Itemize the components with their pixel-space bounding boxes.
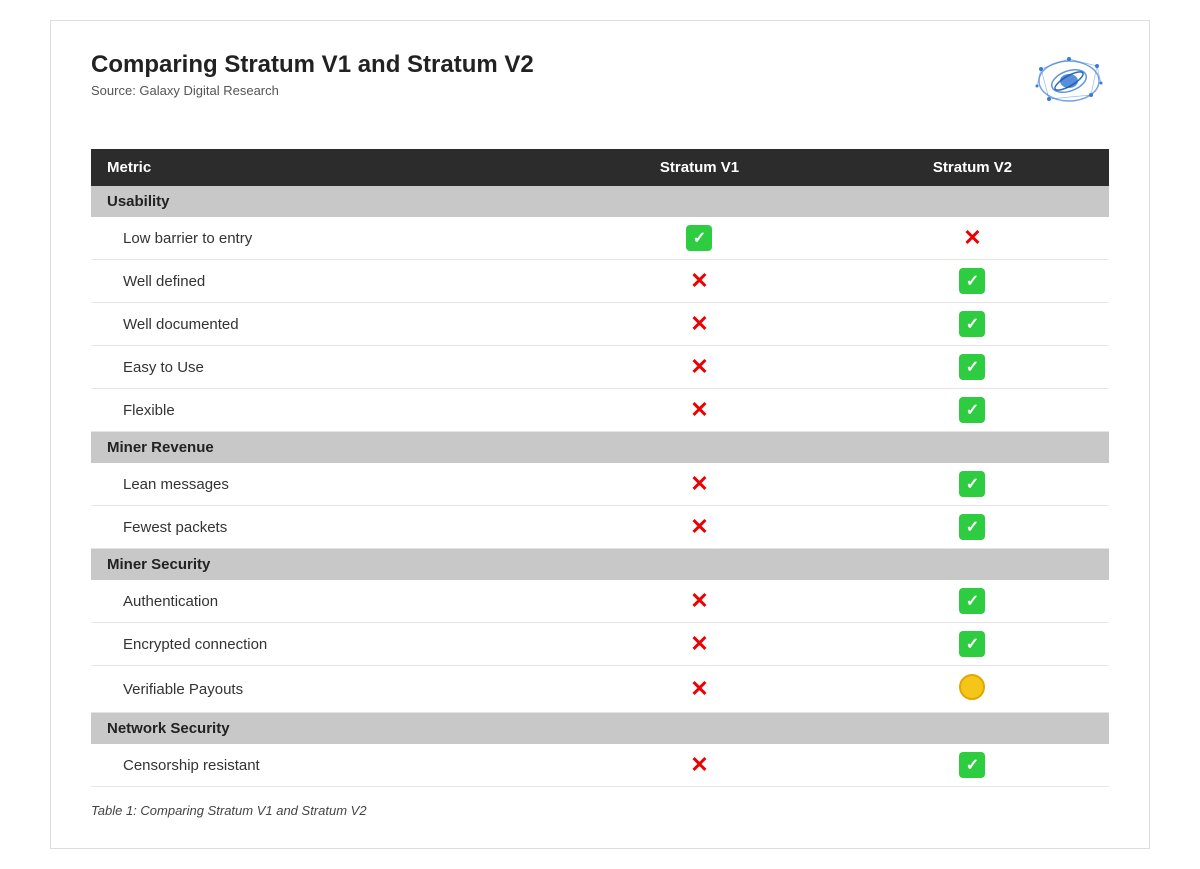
cross-icon: ✕ [686, 311, 712, 337]
v2-cell: ✓ [836, 463, 1109, 506]
col-v2: Stratum V2 [836, 149, 1109, 186]
check-icon: ✓ [959, 514, 985, 540]
cross-icon: ✕ [686, 514, 712, 540]
cross-icon: ✕ [686, 631, 712, 657]
v1-cell: ✕ [563, 260, 836, 303]
cross-icon: ✕ [686, 588, 712, 614]
check-icon: ✓ [959, 311, 985, 337]
v2-cell: ✓ [836, 346, 1109, 389]
col-metric: Metric [91, 149, 563, 186]
metric-label: Low barrier to entry [91, 217, 563, 260]
v2-cell: ✓ [836, 303, 1109, 346]
v1-cell: ✕ [563, 580, 836, 623]
check-icon: ✓ [959, 752, 985, 778]
check-icon: ✓ [959, 354, 985, 380]
cross-icon: ✕ [686, 397, 712, 423]
v1-cell: ✕ [563, 666, 836, 713]
table-row: Encrypted connection ✕ ✓ [91, 623, 1109, 666]
v1-cell: ✕ [563, 623, 836, 666]
table-row: Lean messages ✕ ✓ [91, 463, 1109, 506]
check-icon: ✓ [959, 397, 985, 423]
metric-label: Well documented [91, 303, 563, 346]
table-row: Censorship resistant ✕ ✓ [91, 744, 1109, 787]
table-row: Well documented ✕ ✓ [91, 303, 1109, 346]
metric-label: Fewest packets [91, 506, 563, 549]
metric-label: Well defined [91, 260, 563, 303]
v1-cell: ✕ [563, 303, 836, 346]
v2-cell: ✓ [836, 744, 1109, 787]
category-row: Miner Revenue [91, 432, 1109, 464]
metric-label: Encrypted connection [91, 623, 563, 666]
metric-label: Censorship resistant [91, 744, 563, 787]
table-row: Authentication ✕ ✓ [91, 580, 1109, 623]
cross-icon: ✕ [686, 268, 712, 294]
cross-icon: ✕ [686, 354, 712, 380]
metric-label: Flexible [91, 389, 563, 432]
metric-label: Lean messages [91, 463, 563, 506]
v1-cell: ✓ [563, 217, 836, 260]
comparison-table: Metric Stratum V1 Stratum V2 Usability L… [91, 149, 1109, 787]
v1-cell: ✕ [563, 346, 836, 389]
v1-cell: ✕ [563, 463, 836, 506]
cross-icon: ✕ [686, 752, 712, 778]
v2-cell: ✓ [836, 389, 1109, 432]
category-label: Network Security [91, 713, 1109, 745]
cross-icon: ✕ [959, 225, 985, 251]
table-row: Flexible ✕ ✓ [91, 389, 1109, 432]
main-card: Comparing Stratum V1 and Stratum V2 Sour… [50, 20, 1150, 849]
circle-icon [959, 674, 985, 700]
v2-cell: ✓ [836, 506, 1109, 549]
cross-icon: ✕ [686, 676, 712, 702]
table-row: Low barrier to entry ✓ ✕ [91, 217, 1109, 260]
metric-label: Authentication [91, 580, 563, 623]
header-area: Comparing Stratum V1 and Stratum V2 Sour… [91, 51, 1109, 131]
table-row: Well defined ✕ ✓ [91, 260, 1109, 303]
category-label: Miner Security [91, 549, 1109, 581]
subtitle: Source: Galaxy Digital Research [91, 83, 534, 98]
table-row: Verifiable Payouts ✕ [91, 666, 1109, 713]
v2-cell: ✓ [836, 260, 1109, 303]
v1-cell: ✕ [563, 389, 836, 432]
v2-cell: ✓ [836, 623, 1109, 666]
check-icon: ✓ [959, 631, 985, 657]
metric-label: Easy to Use [91, 346, 563, 389]
v2-cell: ✕ [836, 217, 1109, 260]
logo-area [1019, 51, 1109, 131]
metric-label: Verifiable Payouts [91, 666, 563, 713]
category-label: Usability [91, 186, 1109, 217]
table-caption: Table 1: Comparing Stratum V1 and Stratu… [91, 803, 1109, 818]
check-icon: ✓ [959, 268, 985, 294]
category-row: Network Security [91, 713, 1109, 745]
table-row: Fewest packets ✕ ✓ [91, 506, 1109, 549]
v1-cell: ✕ [563, 506, 836, 549]
check-icon: ✓ [686, 225, 712, 251]
cross-icon: ✕ [686, 471, 712, 497]
check-icon: ✓ [959, 471, 985, 497]
main-title: Comparing Stratum V1 and Stratum V2 [91, 51, 534, 79]
category-row: Usability [91, 186, 1109, 217]
v2-cell: ✓ [836, 580, 1109, 623]
check-icon: ✓ [959, 588, 985, 614]
category-row: Miner Security [91, 549, 1109, 581]
category-label: Miner Revenue [91, 432, 1109, 464]
title-block: Comparing Stratum V1 and Stratum V2 Sour… [91, 51, 534, 98]
v2-cell [836, 666, 1109, 713]
col-v1: Stratum V1 [563, 149, 836, 186]
v1-cell: ✕ [563, 744, 836, 787]
table-row: Easy to Use ✕ ✓ [91, 346, 1109, 389]
